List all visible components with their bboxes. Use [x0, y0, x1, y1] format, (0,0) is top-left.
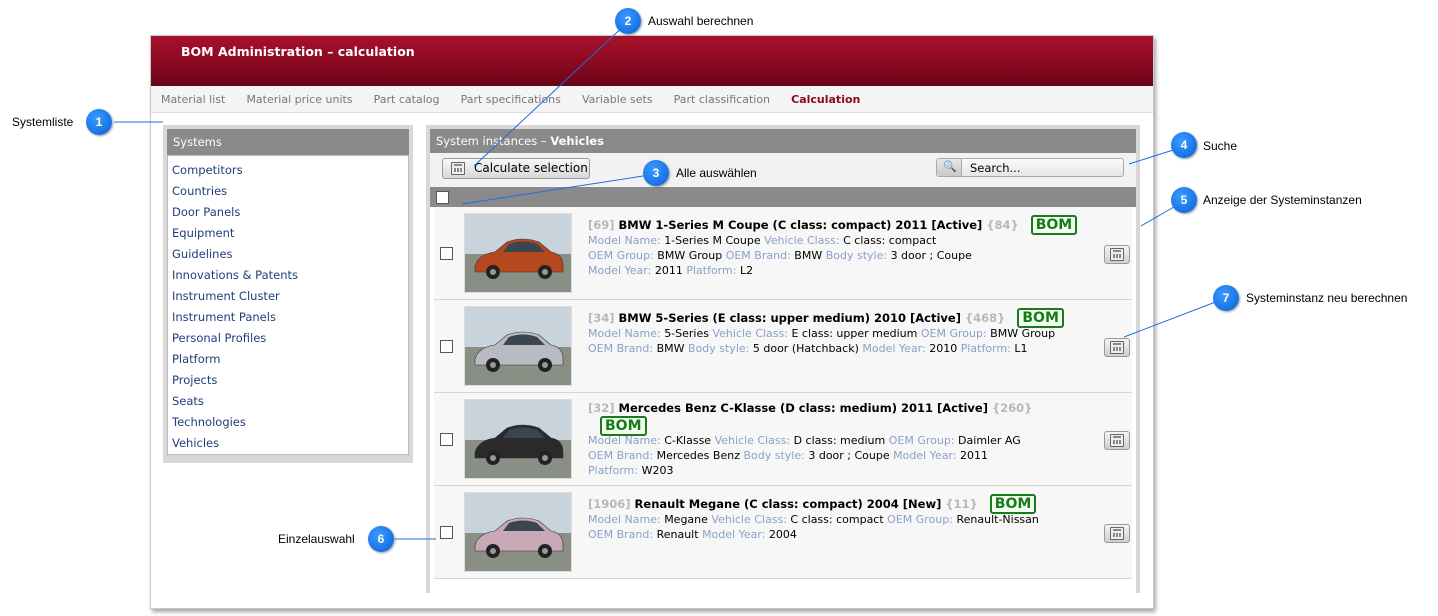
- callout-4-badge: 4: [1171, 132, 1197, 158]
- callout-2-badge: 2: [615, 8, 641, 34]
- callout-7-badge: 7: [1213, 285, 1239, 311]
- callout-1-badge: 1: [86, 109, 112, 135]
- callout-7-label: Systeminstanz neu berechnen: [1246, 291, 1408, 305]
- callout-3-label: Alle auswählen: [676, 166, 757, 180]
- callout-2-label: Auswahl berechnen: [648, 14, 754, 28]
- callout-4-label: Suche: [1203, 139, 1238, 153]
- callout-6-label: Einzelauswahl: [278, 532, 355, 546]
- callout-5-label: Anzeige der Systeminstanzen: [1203, 193, 1362, 207]
- callout-1-label: Systemliste: [12, 115, 74, 129]
- callout-6-badge: 6: [368, 526, 394, 552]
- callout-5-badge: 5: [1171, 187, 1197, 213]
- callout-3-badge: 3: [643, 160, 669, 186]
